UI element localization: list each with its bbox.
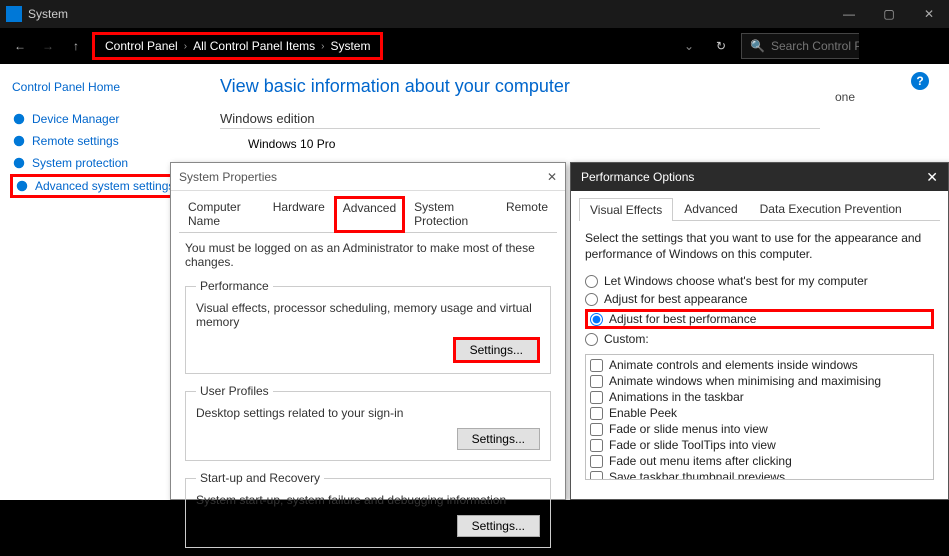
tab-dep[interactable]: Data Execution Prevention	[749, 197, 913, 220]
check-fade-tooltips[interactable]: Fade or slide ToolTips into view	[590, 437, 929, 453]
sidebar-link-remote-settings[interactable]: Remote settings	[10, 130, 190, 152]
tab-row: Visual Effects Advanced Data Execution P…	[579, 197, 940, 221]
sidebar-label: Advanced system settings	[35, 179, 174, 193]
legend: Start-up and Recovery	[196, 471, 324, 485]
radio-best-performance[interactable]: Adjust for best performance	[585, 309, 934, 329]
legend: Performance	[196, 279, 273, 293]
edition-text: Windows 10 Pro	[220, 137, 929, 151]
startup-recovery-group: Start-up and Recovery System start-up, s…	[185, 471, 551, 548]
performance-options-dialog: Performance Options ✕ Visual Effects Adv…	[570, 162, 949, 500]
radio-best-appearance[interactable]: Adjust for best appearance	[585, 290, 934, 308]
tab-remote[interactable]: Remote	[497, 195, 557, 232]
chevron-right-icon: ›	[321, 41, 324, 52]
dialog-titlebar: Performance Options ✕	[571, 163, 948, 191]
sidebar-label: Device Manager	[32, 112, 119, 126]
radio-let-windows-choose[interactable]: Let Windows choose what's best for my co…	[585, 272, 934, 290]
close-icon[interactable]: ✕	[926, 169, 938, 186]
sidebar-link-system-protection[interactable]: System protection	[10, 152, 190, 174]
radio-custom[interactable]: Custom:	[585, 330, 934, 348]
page-title: View basic information about your comput…	[220, 76, 929, 97]
window-titlebar: System — ▢ ✕	[0, 0, 949, 28]
admin-note: You must be logged on as an Administrato…	[185, 241, 551, 269]
back-button[interactable]: ←	[8, 34, 32, 58]
partial-text: one	[835, 90, 855, 104]
check-fade-menus[interactable]: Fade or slide menus into view	[590, 421, 929, 437]
performance-group: Performance Visual effects, processor sc…	[185, 279, 551, 374]
breadcrumb-part[interactable]: Control Panel	[105, 39, 178, 53]
dialog-title: System Properties	[179, 170, 277, 184]
performance-settings-button[interactable]: Settings...	[453, 337, 540, 363]
startup-desc: System start-up, system failure and debu…	[196, 493, 540, 507]
system-properties-dialog: System Properties ✕ Computer Name Hardwa…	[170, 162, 566, 500]
legend: User Profiles	[196, 384, 273, 398]
minimize-button[interactable]: —	[829, 0, 869, 28]
dialog-title: Performance Options	[581, 170, 694, 184]
sidebar-link-device-manager[interactable]: Device Manager	[10, 108, 190, 130]
check-animate-windows[interactable]: Animate windows when minimising and maxi…	[590, 373, 929, 389]
breadcrumb[interactable]: Control Panel › All Control Panel Items …	[92, 32, 383, 60]
check-animate-controls[interactable]: Animate controls and elements inside win…	[590, 357, 929, 373]
user-profiles-group: User Profiles Desktop settings related t…	[185, 384, 551, 461]
tab-advanced[interactable]: Advanced	[673, 197, 748, 220]
search-icon: 🔍	[750, 39, 765, 53]
sidebar-label: Remote settings	[32, 134, 119, 148]
check-save-thumbnails[interactable]: Save taskbar thumbnail previews	[590, 469, 929, 480]
forward-button[interactable]: →	[36, 34, 60, 58]
profiles-desc: Desktop settings related to your sign-in	[196, 406, 540, 420]
chevron-down-icon[interactable]: ⌄	[677, 34, 701, 58]
control-panel-home-link[interactable]: Control Panel Home	[10, 76, 190, 98]
section-header: Windows edition	[220, 111, 820, 129]
refresh-button[interactable]: ↻	[713, 38, 729, 54]
profiles-settings-button[interactable]: Settings...	[457, 428, 540, 450]
breadcrumb-part[interactable]: All Control Panel Items	[193, 39, 315, 53]
close-icon[interactable]: ✕	[547, 170, 557, 184]
sidebar-link-advanced-system-settings[interactable]: Advanced system settings	[10, 174, 190, 198]
up-button[interactable]: ↑	[64, 34, 88, 58]
chevron-right-icon: ›	[184, 41, 187, 52]
system-icon	[6, 6, 22, 22]
tab-computer-name[interactable]: Computer Name	[179, 195, 264, 232]
window-title: System	[28, 7, 68, 21]
maximize-button[interactable]: ▢	[869, 0, 909, 28]
tab-advanced[interactable]: Advanced	[334, 196, 405, 233]
startup-settings-button[interactable]: Settings...	[457, 515, 540, 537]
effects-checklist[interactable]: Animate controls and elements inside win…	[585, 354, 934, 480]
dialog-titlebar: System Properties ✕	[171, 163, 565, 191]
address-bar: ← → ↑ Control Panel › All Control Panel …	[0, 28, 949, 64]
check-enable-peek[interactable]: Enable Peek	[590, 405, 929, 421]
breadcrumb-part[interactable]: System	[330, 39, 370, 53]
tab-visual-effects[interactable]: Visual Effects	[579, 198, 673, 221]
performance-desc: Visual effects, processor scheduling, me…	[196, 301, 540, 329]
sidebar-label: System protection	[32, 156, 128, 170]
tab-row: Computer Name Hardware Advanced System P…	[179, 195, 557, 233]
options-desc: Select the settings that you want to use…	[585, 231, 934, 262]
check-taskbar-anim[interactable]: Animations in the taskbar	[590, 389, 929, 405]
close-button[interactable]: ✕	[909, 0, 949, 28]
help-icon[interactable]: ?	[911, 72, 929, 90]
tab-system-protection[interactable]: System Protection	[405, 195, 497, 232]
check-fade-menu-items[interactable]: Fade out menu items after clicking	[590, 453, 929, 469]
tab-hardware[interactable]: Hardware	[264, 195, 334, 232]
